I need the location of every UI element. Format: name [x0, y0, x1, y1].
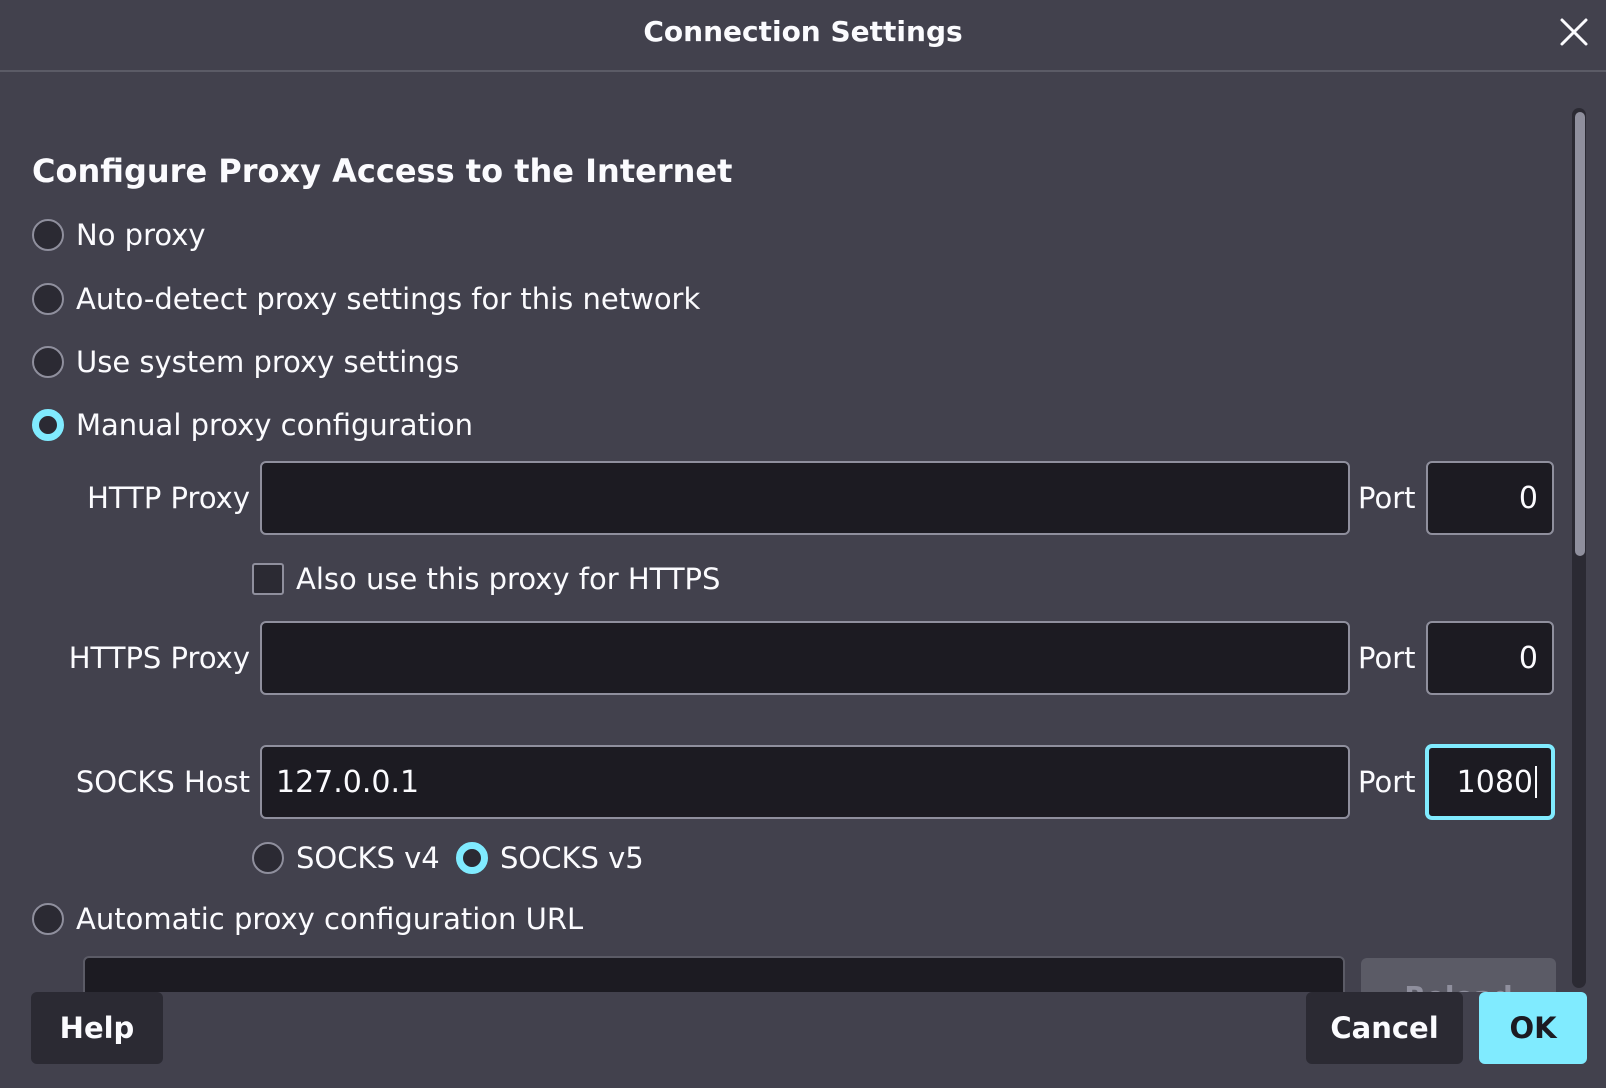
http-proxy-label: HTTP Proxy [87, 481, 250, 515]
http-proxy-input[interactable] [260, 461, 1350, 535]
https-port-label: Port [1358, 641, 1416, 675]
radio-no-proxy[interactable]: No proxy [32, 218, 206, 252]
radio-label: Use system proxy settings [76, 345, 460, 379]
radio-label: SOCKS v4 [296, 841, 440, 875]
help-button-label: Help [59, 1011, 135, 1045]
help-button[interactable]: Help [31, 992, 163, 1064]
text-caret [1535, 766, 1537, 798]
cancel-button-label: Cancel [1330, 1011, 1439, 1045]
checkbox[interactable] [252, 563, 284, 595]
radio-manual-proxy[interactable]: Manual proxy configuration [32, 408, 473, 442]
also-https-checkbox-row[interactable]: Also use this proxy for HTTPS [252, 562, 720, 596]
section-heading: Configure Proxy Access to the Internet [32, 152, 733, 190]
radio-button[interactable] [32, 283, 64, 315]
radio-label: Automatic proxy configuration URL [76, 902, 584, 936]
dialog-footer: Help Cancel OK [0, 992, 1606, 1088]
radio-button-checked[interactable] [32, 409, 64, 441]
scrollbar-thumb[interactable] [1575, 112, 1585, 556]
https-port-input[interactable]: 0 [1426, 621, 1554, 695]
radio-auto-detect[interactable]: Auto-detect proxy settings for this netw… [32, 282, 700, 316]
radio-system-proxy[interactable]: Use system proxy settings [32, 345, 459, 379]
dialog-titlebar: Connection Settings [0, 0, 1606, 72]
close-icon[interactable] [1556, 14, 1592, 50]
radio-label: No proxy [76, 218, 206, 252]
http-port-input[interactable]: 0 [1426, 461, 1554, 535]
radio-auto-config-url[interactable]: Automatic proxy configuration URL [32, 902, 583, 936]
radio-label: Auto-detect proxy settings for this netw… [76, 282, 701, 316]
socks-port-value: 1080 [1456, 764, 1533, 800]
ok-button[interactable]: OK [1479, 992, 1587, 1064]
http-port-label: Port [1358, 481, 1416, 515]
radio-button[interactable] [252, 842, 284, 874]
radio-button-checked[interactable] [456, 842, 488, 874]
radio-button[interactable] [32, 219, 64, 251]
socks-port-label: Port [1358, 765, 1416, 799]
radio-button[interactable] [32, 903, 64, 935]
socks-host-value: 127.0.0.1 [276, 764, 420, 800]
socks-host-label: SOCKS Host [75, 765, 250, 799]
socks-host-input[interactable]: 127.0.0.1 [260, 745, 1350, 819]
ok-button-label: OK [1509, 1011, 1557, 1045]
https-proxy-label: HTTPS Proxy [68, 641, 250, 675]
radio-label: Manual proxy configuration [76, 408, 474, 442]
checkbox-label: Also use this proxy for HTTPS [296, 562, 721, 596]
dialog-title: Connection Settings [643, 15, 963, 48]
socks-port-input[interactable]: 1080 [1426, 745, 1554, 819]
radio-label: SOCKS v5 [500, 841, 644, 875]
radio-socks-v4[interactable]: SOCKS v4 [252, 841, 440, 875]
radio-button[interactable] [32, 346, 64, 378]
https-proxy-input[interactable] [260, 621, 1350, 695]
cancel-button[interactable]: Cancel [1306, 992, 1463, 1064]
radio-socks-v5[interactable]: SOCKS v5 [456, 841, 644, 875]
